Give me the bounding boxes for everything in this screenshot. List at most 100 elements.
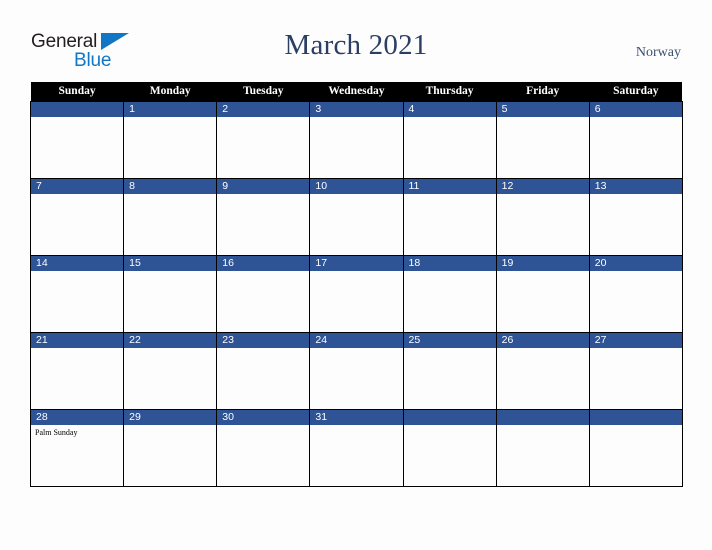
- day-events: [310, 117, 402, 120]
- day-events: [310, 348, 402, 351]
- calendar-day-cell[interactable]: 1: [123, 101, 218, 179]
- day-events: [404, 117, 496, 120]
- weekday-header-wednesday: Wednesday: [309, 82, 403, 102]
- calendar-day-cell[interactable]: 10: [309, 178, 404, 256]
- day-number: 21: [31, 333, 124, 348]
- day-number: 22: [124, 333, 217, 348]
- calendar-week-row: 123456: [29, 101, 683, 179]
- day-number: 2: [217, 102, 310, 117]
- calendar-day-cell[interactable]: 18: [402, 255, 497, 333]
- page-title: March 2021: [284, 29, 428, 61]
- calendar-table: Sunday Monday Tuesday Wednesday Thursday…: [29, 82, 683, 487]
- calendar-day-cell[interactable]: 29: [123, 409, 218, 487]
- day-events: [404, 271, 496, 274]
- calendar-week-row: 7 8 9 10 11 12 13: [29, 178, 683, 256]
- calendar-day-cell[interactable]: 2: [216, 101, 311, 179]
- calendar-day-cell[interactable]: 3: [309, 101, 404, 179]
- calendar-day-cell[interactable]: 12: [495, 178, 590, 256]
- day-events: [124, 348, 216, 351]
- day-number: 31: [310, 410, 403, 425]
- day-number: 8: [124, 179, 217, 194]
- calendar-day-cell[interactable]: 23: [216, 332, 311, 410]
- calendar-day-cell[interactable]: 9: [216, 178, 311, 256]
- calendar-table-wrapper: Sunday Monday Tuesday Wednesday Thursday…: [29, 82, 683, 487]
- day-number: 27: [589, 333, 682, 348]
- day-events: [124, 194, 216, 197]
- calendar-empty-cell: [495, 409, 590, 487]
- calendar-week-row: 21 22 23 24 25 26 27: [29, 332, 683, 410]
- day-events: [590, 348, 682, 351]
- day-events: [31, 348, 123, 351]
- day-events: [310, 194, 402, 197]
- weekday-header-thursday: Thursday: [403, 82, 497, 102]
- day-events: [124, 271, 216, 274]
- day-events: [217, 271, 309, 274]
- calendar-day-cell[interactable]: 21: [29, 332, 125, 410]
- calendar-day-cell[interactable]: 20: [588, 255, 683, 333]
- calendar-day-cell[interactable]: 5: [495, 101, 590, 179]
- calendar-empty-cell: [29, 101, 125, 179]
- calendar-day-cell[interactable]: 17: [309, 255, 404, 333]
- day-events: [497, 348, 589, 351]
- day-number: [31, 102, 124, 117]
- weekday-header-monday: Monday: [123, 82, 217, 102]
- day-events: [217, 348, 309, 351]
- day-number: 3: [310, 102, 403, 117]
- calendar-day-cell[interactable]: 14: [29, 255, 125, 333]
- weekday-header-friday: Friday: [496, 82, 590, 102]
- calendar-day-cell[interactable]: 25: [402, 332, 497, 410]
- calendar-week-row: 14 15 16 17 18 19 20: [29, 255, 683, 333]
- calendar-day-cell[interactable]: 28 Palm Sunday: [29, 409, 125, 487]
- day-number: 28: [31, 410, 124, 425]
- day-number: [403, 410, 496, 425]
- day-number: 5: [496, 102, 589, 117]
- day-number: 15: [124, 256, 217, 271]
- weekday-header-sunday: Sunday: [30, 82, 124, 102]
- day-events: [497, 194, 589, 197]
- calendar-day-cell[interactable]: 7: [29, 178, 125, 256]
- calendar-day-cell[interactable]: 22: [123, 332, 218, 410]
- calendar-day-cell[interactable]: 15: [123, 255, 218, 333]
- calendar-day-cell[interactable]: 6: [588, 101, 683, 179]
- day-events: [310, 271, 402, 274]
- day-number: 17: [310, 256, 403, 271]
- calendar-day-cell[interactable]: 24: [309, 332, 404, 410]
- day-events: [124, 117, 216, 120]
- calendar-empty-cell: [588, 409, 683, 487]
- day-number: 13: [589, 179, 682, 194]
- day-number: 9: [217, 179, 310, 194]
- calendar-day-cell[interactable]: 4: [402, 101, 497, 179]
- calendar-day-cell[interactable]: 13: [588, 178, 683, 256]
- day-events: [497, 425, 589, 428]
- day-events: [590, 425, 682, 428]
- day-number: 24: [310, 333, 403, 348]
- day-events: [217, 194, 309, 197]
- day-number: [589, 410, 682, 425]
- day-number: 11: [403, 179, 496, 194]
- day-number: 20: [589, 256, 682, 271]
- day-number: 14: [31, 256, 124, 271]
- day-events: [590, 194, 682, 197]
- calendar-body: 1 2 3 4 5 6 7 8 9 10 11 12 13 14 15 16 17 18 19 20 21 22 23 24 2…: [29, 101, 683, 487]
- day-events: [310, 425, 402, 428]
- weekday-header-saturday: Saturday: [589, 82, 683, 102]
- calendar-day-cell[interactable]: 19: [495, 255, 590, 333]
- day-number: 26: [496, 333, 589, 348]
- weekday-header-row: Sunday Monday Tuesday Wednesday Thursday…: [30, 82, 683, 102]
- page-header: General Blue March 2021 Norway: [0, 0, 712, 82]
- calendar-day-cell[interactable]: 8: [123, 178, 218, 256]
- calendar-empty-cell: [402, 409, 497, 487]
- calendar-day-cell[interactable]: 26: [495, 332, 590, 410]
- day-number: 19: [496, 256, 589, 271]
- calendar-day-cell[interactable]: 31: [309, 409, 404, 487]
- calendar-day-cell[interactable]: 27: [588, 332, 683, 410]
- calendar-page: General Blue March 2021 Norway Sunday Mo…: [0, 0, 712, 550]
- calendar-day-cell[interactable]: 16: [216, 255, 311, 333]
- day-events: [590, 117, 682, 120]
- day-events: [31, 194, 123, 197]
- calendar-day-cell[interactable]: 11: [402, 178, 497, 256]
- day-number: 10: [310, 179, 403, 194]
- day-number: 16: [217, 256, 310, 271]
- country-label: Norway: [635, 45, 681, 60]
- calendar-day-cell[interactable]: 30: [216, 409, 311, 487]
